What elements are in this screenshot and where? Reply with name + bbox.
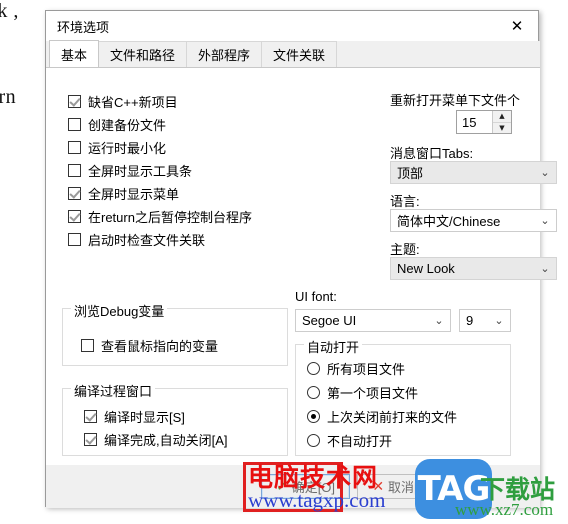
dialog-title: 环境选项 [57,20,110,35]
code-line: urn [0,86,17,108]
combo-value: New Look [397,261,455,276]
check-icon: ✓ [275,478,288,495]
checkbox-label: 编译完成,自动关闭[A] [104,433,228,448]
chevron-down-icon: ⌄ [540,214,550,227]
radio-label: 所有项目文件 [327,362,406,377]
checkbox-default-cpp-project[interactable]: 缺省C++新项目 [68,92,178,111]
checkbox-minimize-on-run[interactable]: 运行时最小化 [68,138,166,157]
combo-value: 简体中文/Chinese [397,214,501,229]
spinner-up-icon[interactable]: ▲ [493,111,511,123]
ui-font-size-combo[interactable]: 9 ⌄ [459,309,511,332]
checkbox-auto-close-after-compile[interactable]: 编译完成,自动关闭[A] [84,430,228,449]
ui-font-label: UI font: [295,289,337,304]
checkbox-show-while-compiling[interactable]: 编译时显示[S] [84,407,185,426]
compile-window-group: 编译过程窗口 编译时显示[S] 编译完成,自动关闭[A] [62,381,288,456]
checkbox-box[interactable] [81,339,94,352]
ui-font-family-combo[interactable]: Segoe UI ⌄ [295,309,451,332]
checkbox-box[interactable] [68,233,81,246]
auto-open-group: 自动打开 所有项目文件 第一个项目文件 上次关闭前打来的文件 不自动打开 [295,337,511,456]
checkbox-create-backup-file[interactable]: 创建备份文件 [68,115,166,134]
tab-file-associations[interactable]: 文件关联 [261,41,338,67]
checkbox-label: 创建备份文件 [88,118,167,133]
combo-value: 9 [466,313,474,328]
cancel-button-label: 取消[C] [388,480,431,495]
spinner-buttons: ▲ ▼ [492,111,511,133]
radio-circle[interactable] [307,434,320,447]
checkbox-check-file-associations-on-startup[interactable]: 启动时检查文件关联 [68,230,205,249]
checkbox-pause-console-after-return[interactable]: 在return之后暂停控制台程序 [68,207,252,226]
radio-circle[interactable] [307,386,320,399]
checkbox-label: 全屏时显示菜单 [88,187,180,202]
chevron-down-icon: ⌄ [434,314,444,327]
debug-variables-group: 浏览Debug变量 查看鼠标指向的变量 [62,301,288,366]
radio-files-open-before-last-close[interactable]: 上次关闭前打来的文件 [307,407,457,426]
radio-all-project-files[interactable]: 所有项目文件 [307,359,405,378]
checkbox-box[interactable] [84,410,97,423]
spinner-down-icon[interactable]: ▼ [493,123,511,134]
cancel-button[interactable]: ✕ 取消[C] [357,474,446,499]
group-title: 自动打开 [304,337,363,356]
radio-first-project-file[interactable]: 第一个项目文件 [307,383,418,402]
radio-label: 不自动打开 [327,434,393,449]
checkbox-label: 运行时最小化 [88,141,167,156]
message-window-tabs-combo[interactable]: 顶部 ⌄ [390,161,557,184]
checkbox-box[interactable] [68,141,81,154]
checkbox-box[interactable] [84,433,97,446]
dialog-footer: ✓ 确定[O] ✕ 取消[C] [46,465,540,508]
ok-button-label: 确定[O] [291,480,336,495]
checkbox-label: 在return之后暂停控制台程序 [88,210,252,225]
tab-files-paths[interactable]: 文件和路径 [98,41,188,67]
tab-external-programs[interactable]: 外部程序 [186,41,263,67]
chevron-down-icon: ⌄ [494,314,504,327]
checkbox-label: 启动时检查文件关联 [88,233,206,248]
radio-label: 上次关闭前打来的文件 [327,410,458,425]
group-title: 浏览Debug变量 [71,301,168,320]
radio-circle[interactable] [307,410,320,423]
dialog-titlebar: 环境选项 ✕ [46,11,538,41]
tab-basic[interactable]: 基本 [49,40,100,67]
tab-strip: 基本 文件和路径 外部程序 文件关联 [46,40,540,68]
radio-label: 第一个项目文件 [327,386,419,401]
checkbox-label: 缺省C++新项目 [88,95,178,110]
language-label: 语言: [390,194,420,209]
reopen-count-value[interactable]: 15 [457,111,492,133]
reopen-count-label: 重新打开菜单下文件个 [390,93,521,108]
screen: ak , : : urn ; ; 环境选项 ✕ 基本 文件和路径 外部程序 文件… [0,0,568,524]
checkbox-box[interactable] [68,118,81,131]
close-icon[interactable]: ✕ [496,11,538,41]
message-window-tabs-label: 消息窗口Tabs: [390,146,474,161]
reopen-count-spinner[interactable]: 15 ▲ ▼ [456,110,512,134]
chevron-down-icon: ⌄ [540,166,550,179]
language-combo[interactable]: 简体中文/Chinese ⌄ [390,209,557,232]
checkbox-label: 全屏时显示工具条 [88,164,193,179]
group-title: 编译过程窗口 [71,381,156,400]
environment-options-dialog: 环境选项 ✕ 基本 文件和路径 外部程序 文件关联 缺省C++新项目 创建备份文… [45,10,557,508]
code-line: ak , [0,0,19,22]
combo-value: 顶部 [397,166,424,181]
checkbox-view-variable-under-cursor[interactable]: 查看鼠标指向的变量 [81,336,218,355]
combo-value: Segoe UI [302,313,357,328]
checkbox-show-toolbar-fullscreen[interactable]: 全屏时显示工具条 [68,161,192,180]
checkbox-box[interactable] [68,187,81,200]
tab-page-basic: 缺省C++新项目 创建备份文件 运行时最小化 全屏时显示工具条 全屏时显示菜单 … [46,68,557,465]
radio-do-not-auto-open[interactable]: 不自动打开 [307,431,392,450]
checkbox-label: 编译时显示[S] [104,410,185,425]
checkbox-box[interactable] [68,95,81,108]
checkbox-box[interactable] [68,164,81,177]
theme-label: 主题: [390,242,420,257]
chevron-down-icon: ⌄ [540,262,550,275]
theme-combo[interactable]: New Look ⌄ [390,257,557,280]
checkbox-label: 查看鼠标指向的变量 [101,339,219,354]
ok-button[interactable]: ✓ 确定[O] [261,474,350,499]
radio-circle[interactable] [307,362,320,375]
close-x-icon: ✕ [372,478,385,495]
checkbox-box[interactable] [68,210,81,223]
checkbox-show-menu-fullscreen[interactable]: 全屏时显示菜单 [68,184,179,203]
